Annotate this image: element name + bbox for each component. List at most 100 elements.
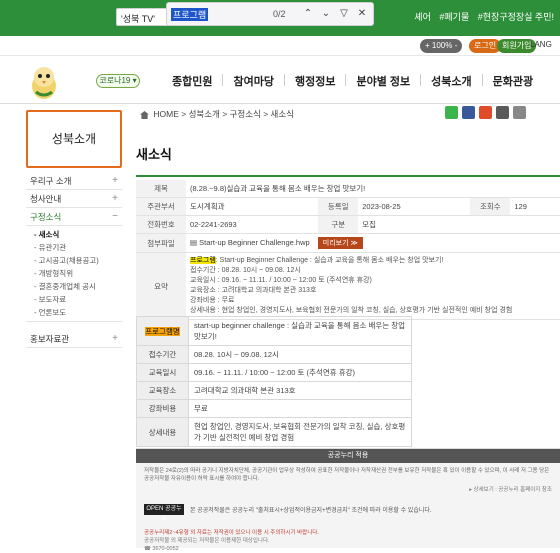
detail-label: 교육일시 xyxy=(136,363,189,382)
table-row: 상세내용 현업 창업인, 경영지도사, 보육협회 전문가의 일착 코칭, 실습,… xyxy=(136,417,412,447)
utility-row: + 100% - 로그인 회원가입 LANG xyxy=(0,36,560,56)
detail-value: 고려대학교 의과대학 본관 313호 xyxy=(188,381,412,400)
page-title: 새소식 xyxy=(136,147,172,162)
attachment-link[interactable]: Start-up Beginner Challenge.hwp xyxy=(199,238,310,247)
breadcrumb-about[interactable]: 성북소개 xyxy=(189,109,220,119)
font-size-icon[interactable] xyxy=(513,106,526,119)
nav-admin-info[interactable]: 행정정보 xyxy=(295,73,335,89)
detail-value: 현업 창업인, 경영지도사, 보육협회 전문가의 일착 코칭, 실습, 상호평가… xyxy=(188,417,412,447)
find-close-icon[interactable]: ✕ xyxy=(355,7,369,21)
sidebar-item-office[interactable]: 청사안내 + xyxy=(26,190,122,208)
search-tab-chip[interactable]: '성북 TV' xyxy=(116,8,170,26)
find-highlight: 프로그램 xyxy=(190,257,216,264)
kogl-notes: 공공누리제2~4유형 외 자료는 저작권이 있으니 이용 시 주의하시기 바랍니… xyxy=(144,530,319,552)
story-share-icon[interactable] xyxy=(479,106,492,119)
sidebar-item-label: 우리구 소개 xyxy=(30,176,72,186)
find-input[interactable]: 프로그램 xyxy=(171,7,209,21)
kogl-more-link[interactable]: ▸ 상세보기 : 공공누리 홈페이지 참조 xyxy=(469,485,552,493)
breadcrumb-home[interactable]: HOME xyxy=(153,109,179,119)
print-icon[interactable] xyxy=(496,106,509,119)
top-link-waste[interactable]: #폐기물 xyxy=(439,12,469,22)
breadcrumb-current: 새소식 xyxy=(270,109,295,119)
find-filter-icon[interactable]: ▽ xyxy=(337,7,351,21)
submenu-item-press[interactable]: - 보도자료 xyxy=(34,293,122,306)
covid-menu-button[interactable]: 코로나19 ▾ xyxy=(96,74,140,88)
table-row: 교육일시 09.16. ~ 11.11. / 10:00 ~ 12:00 토 (… xyxy=(136,363,412,382)
table-row: 접수기간 08.28. 10시 ~ 09.08. 12시 xyxy=(136,345,412,364)
detail-value: 무료 xyxy=(188,399,412,418)
summary-text: 프로그램: Start-up Beginner Challenge : 실습과 … xyxy=(186,252,560,320)
top-links: 셰어 #폐기물 #현장구정장실 주민! xyxy=(408,10,554,23)
title-rule xyxy=(136,175,560,177)
table-row: 강좌비용 무료 xyxy=(136,399,412,418)
submenu-item-news[interactable]: - 새소식 xyxy=(34,228,122,241)
title-label: 제목 xyxy=(136,180,186,198)
views-value: 129 xyxy=(510,197,560,216)
detail-label: 강좌비용 xyxy=(136,399,189,418)
nav-divider xyxy=(345,74,347,86)
submenu-item-open-positions[interactable]: - 개방형직위 xyxy=(34,267,122,280)
kind-label: 구분 xyxy=(318,215,359,234)
find-prev-button[interactable]: ⌃ xyxy=(301,7,315,21)
expand-icon: + xyxy=(112,175,118,186)
sidebar-item-news[interactable]: 구정소식 − xyxy=(26,208,122,226)
kogl-box: 공공누리 적용 저작물은 24로(2)의 따라 공기니 지방자치단체, 공공기관… xyxy=(136,448,560,552)
sidebar-item-label: 청사안내 xyxy=(30,194,62,204)
phone-label: 전화번호 xyxy=(136,215,186,234)
sidebar-item-label: 홍보자료관 xyxy=(30,334,70,344)
submenu-item-notices[interactable]: - 고시공고(채용공고) xyxy=(34,254,122,267)
preview-button[interactable]: 미리보기 ≫ xyxy=(317,237,363,249)
detail-label: 상세내용 xyxy=(136,417,189,447)
nav-culture[interactable]: 문화관광 xyxy=(493,73,533,89)
language-menu[interactable]: LANG xyxy=(530,40,552,49)
top-link-share[interactable]: 셰어 xyxy=(414,12,431,22)
nav-field-info[interactable]: 분야별 정보 xyxy=(356,73,410,89)
detail-value: 08.28. 10시 ~ 09.08. 12시 xyxy=(188,345,412,364)
kogl-badge-icon: OPEN 공공누리 xyxy=(144,504,184,523)
facebook-share-icon[interactable] xyxy=(462,106,475,119)
blog-share-icon[interactable] xyxy=(445,106,458,119)
submenu-item-agencies[interactable]: - 유관기관 xyxy=(34,241,122,254)
mascot-logo-icon[interactable] xyxy=(24,62,64,102)
sidebar-submenu: - 새소식 - 유관기관 - 고시공고(채용공고) - 개방형직위 - 결혼중개… xyxy=(26,226,122,322)
program-detail-table: 프로그램명 start-up beginner challenge : 실습과 … xyxy=(136,316,412,447)
collapse-icon: − xyxy=(112,211,118,222)
date-label: 등록일 xyxy=(318,197,359,216)
find-count: 0/2 xyxy=(273,9,286,19)
nav-participation[interactable]: 참여마당 xyxy=(233,73,273,89)
submenu-item-marriage[interactable]: - 결혼중개업체 공시 xyxy=(34,280,122,293)
kogl-heading: 공공누리 적용 xyxy=(136,449,560,463)
nav-about[interactable]: 성북소개 xyxy=(431,73,471,89)
article-info-table: 제목 (8.28.~9.8)실습과 교육을 통해 몸소 배우는 창업 맛보기! … xyxy=(136,180,560,320)
sidebar-title: 성북소개 xyxy=(26,110,122,168)
sidebar-item-intro[interactable]: 우리구 소개 + xyxy=(26,172,122,190)
detail-value: start-up beginner challenge : 실습과 교육을 통해… xyxy=(188,316,412,346)
attach-label: 첨부파일 xyxy=(136,233,186,253)
nav-divider xyxy=(481,74,483,86)
kogl-text: 저작물은 24로(2)의 따라 공기니 지방자치단체, 공공기관이 업무상 작성… xyxy=(144,468,550,482)
zoom-control[interactable]: + 100% - xyxy=(420,39,463,53)
main-nav: 종합민원 참여마당 행정정보 분야별 정보 성북소개 문화관광 xyxy=(172,73,533,89)
nav-divider xyxy=(222,74,224,86)
detail-label: 접수기간 xyxy=(136,345,189,364)
find-in-page-bar: 프로그램 0/2 ⌃ ⌄ ▽ ✕ xyxy=(166,2,374,26)
expand-icon: + xyxy=(112,333,118,344)
table-row: 프로그램명 start-up beginner challenge : 실습과 … xyxy=(136,316,412,346)
sidebar-item-pr[interactable]: 홍보자료관 + xyxy=(26,330,122,348)
home-icon xyxy=(140,110,149,119)
dept-value: 도시계획과 xyxy=(186,197,319,216)
expand-icon: + xyxy=(112,193,118,204)
sidebar-item-label: 구정소식 xyxy=(30,212,62,222)
find-next-button[interactable]: ⌄ xyxy=(319,7,333,21)
top-link-mayor[interactable]: #현장구정장실 주민! xyxy=(478,12,554,22)
submenu-item-media[interactable]: - 언론보도 xyxy=(34,306,122,319)
sidebar-menu: 우리구 소개 + 청사안내 + 구정소식 − - 새소식 - 유관기관 - 고시… xyxy=(26,172,122,348)
detail-value: 09.16. ~ 11.11. / 10:00 ~ 12:00 토 (추석연휴 … xyxy=(188,363,412,382)
summary-label: 요약 xyxy=(136,252,186,320)
nav-divider xyxy=(420,74,422,86)
nav-divider xyxy=(283,74,285,86)
breadcrumb: HOME > 성북소개 > 구정소식 > 새소식 xyxy=(140,108,294,120)
nav-civil-service[interactable]: 종합민원 xyxy=(172,73,212,89)
date-value: 2023-08-25 xyxy=(358,197,471,216)
breadcrumb-news-cat[interactable]: 구정소식 xyxy=(230,109,261,119)
